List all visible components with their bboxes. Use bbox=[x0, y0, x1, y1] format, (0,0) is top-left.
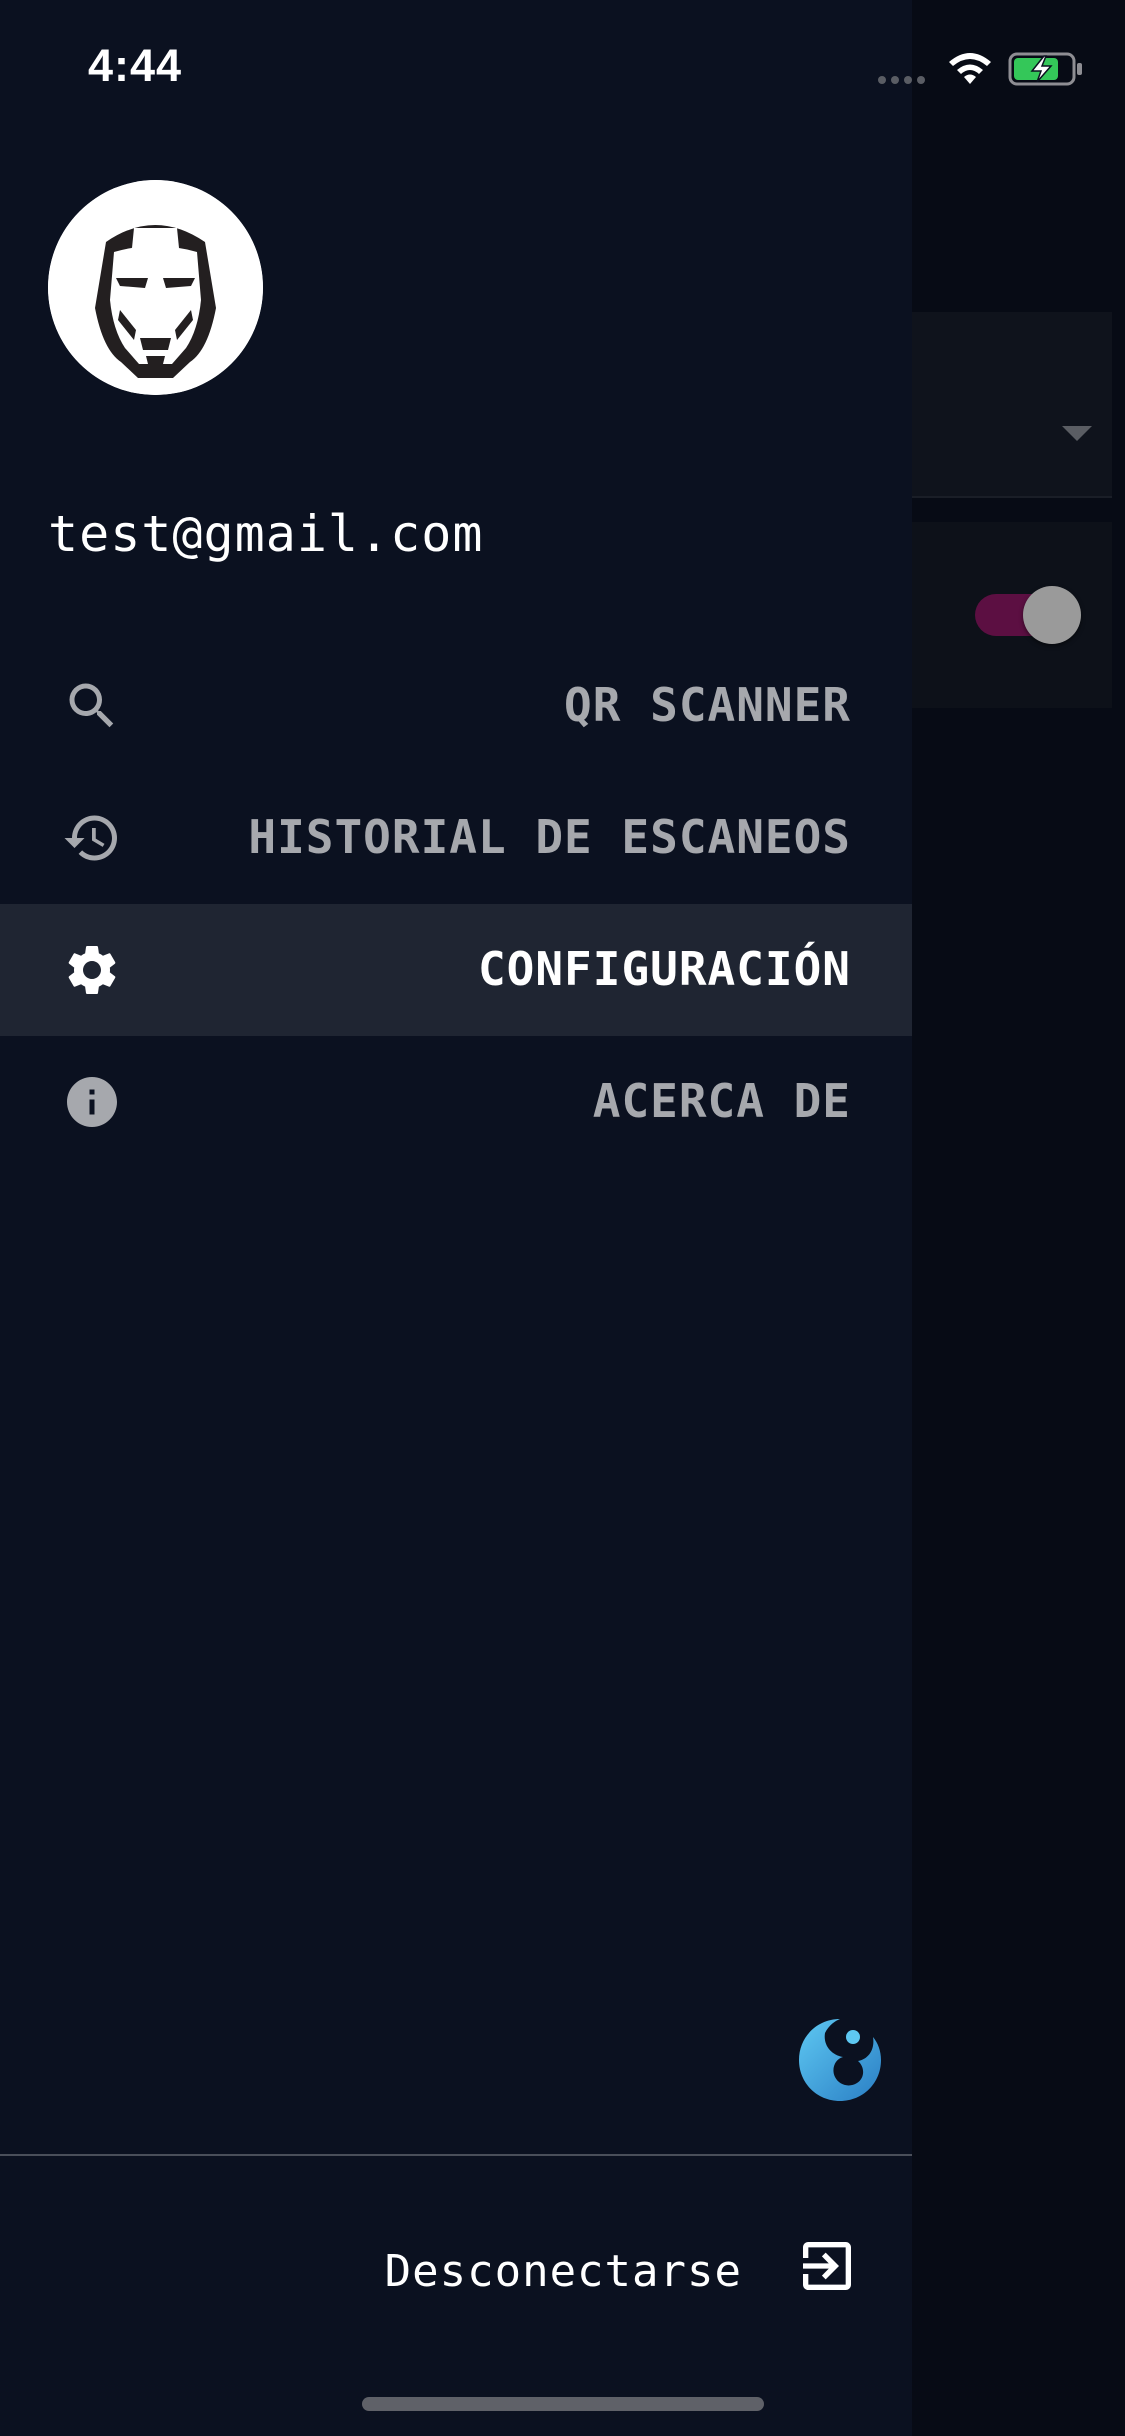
menu-item-historial[interactable]: HISTORIAL DE ESCANEOS bbox=[0, 772, 912, 904]
toggle-thumb[interactable] bbox=[1023, 586, 1081, 644]
status-time: 4:44 bbox=[88, 40, 183, 91]
navigation-drawer: test@gmail.com QR SCANNER HISTORIAL DE E… bbox=[0, 0, 912, 2436]
menu-label: ACERCA DE bbox=[592, 1074, 851, 1128]
menu-item-configuracion[interactable]: CONFIGURACIÓN bbox=[0, 904, 912, 1036]
logout-icon[interactable] bbox=[795, 2234, 859, 2298]
wifi-icon bbox=[945, 48, 995, 88]
battery-charging-icon bbox=[1008, 52, 1084, 86]
signal-icon bbox=[878, 76, 925, 84]
logout-label: Desconectarse bbox=[384, 2246, 742, 2297]
gear-icon bbox=[62, 940, 122, 1000]
info-icon bbox=[62, 1072, 122, 1132]
menu-item-qr-scanner[interactable]: QR SCANNER bbox=[0, 640, 912, 772]
divider bbox=[0, 2154, 912, 2156]
dropdown-arrow-icon[interactable] bbox=[1062, 426, 1092, 441]
user-email: test@gmail.com bbox=[48, 505, 484, 563]
brand-logo-icon bbox=[795, 2015, 885, 2105]
history-icon bbox=[62, 808, 122, 868]
iron-man-mask-icon bbox=[48, 180, 263, 395]
search-icon bbox=[62, 676, 122, 736]
menu-label: QR SCANNER bbox=[564, 678, 851, 732]
logout-button[interactable]: Desconectarse bbox=[0, 2220, 912, 2320]
menu-label: HISTORIAL DE ESCANEOS bbox=[248, 810, 851, 864]
menu-item-acerca-de[interactable]: ACERCA DE bbox=[0, 1036, 912, 1168]
menu-label: CONFIGURACIÓN bbox=[477, 942, 851, 996]
screen: test@gmail.com QR SCANNER HISTORIAL DE E… bbox=[0, 0, 1125, 2436]
avatar[interactable] bbox=[48, 180, 263, 395]
drawer-menu: QR SCANNER HISTORIAL DE ESCANEOS CONFIGU… bbox=[0, 640, 912, 1168]
home-indicator[interactable] bbox=[362, 2397, 764, 2411]
